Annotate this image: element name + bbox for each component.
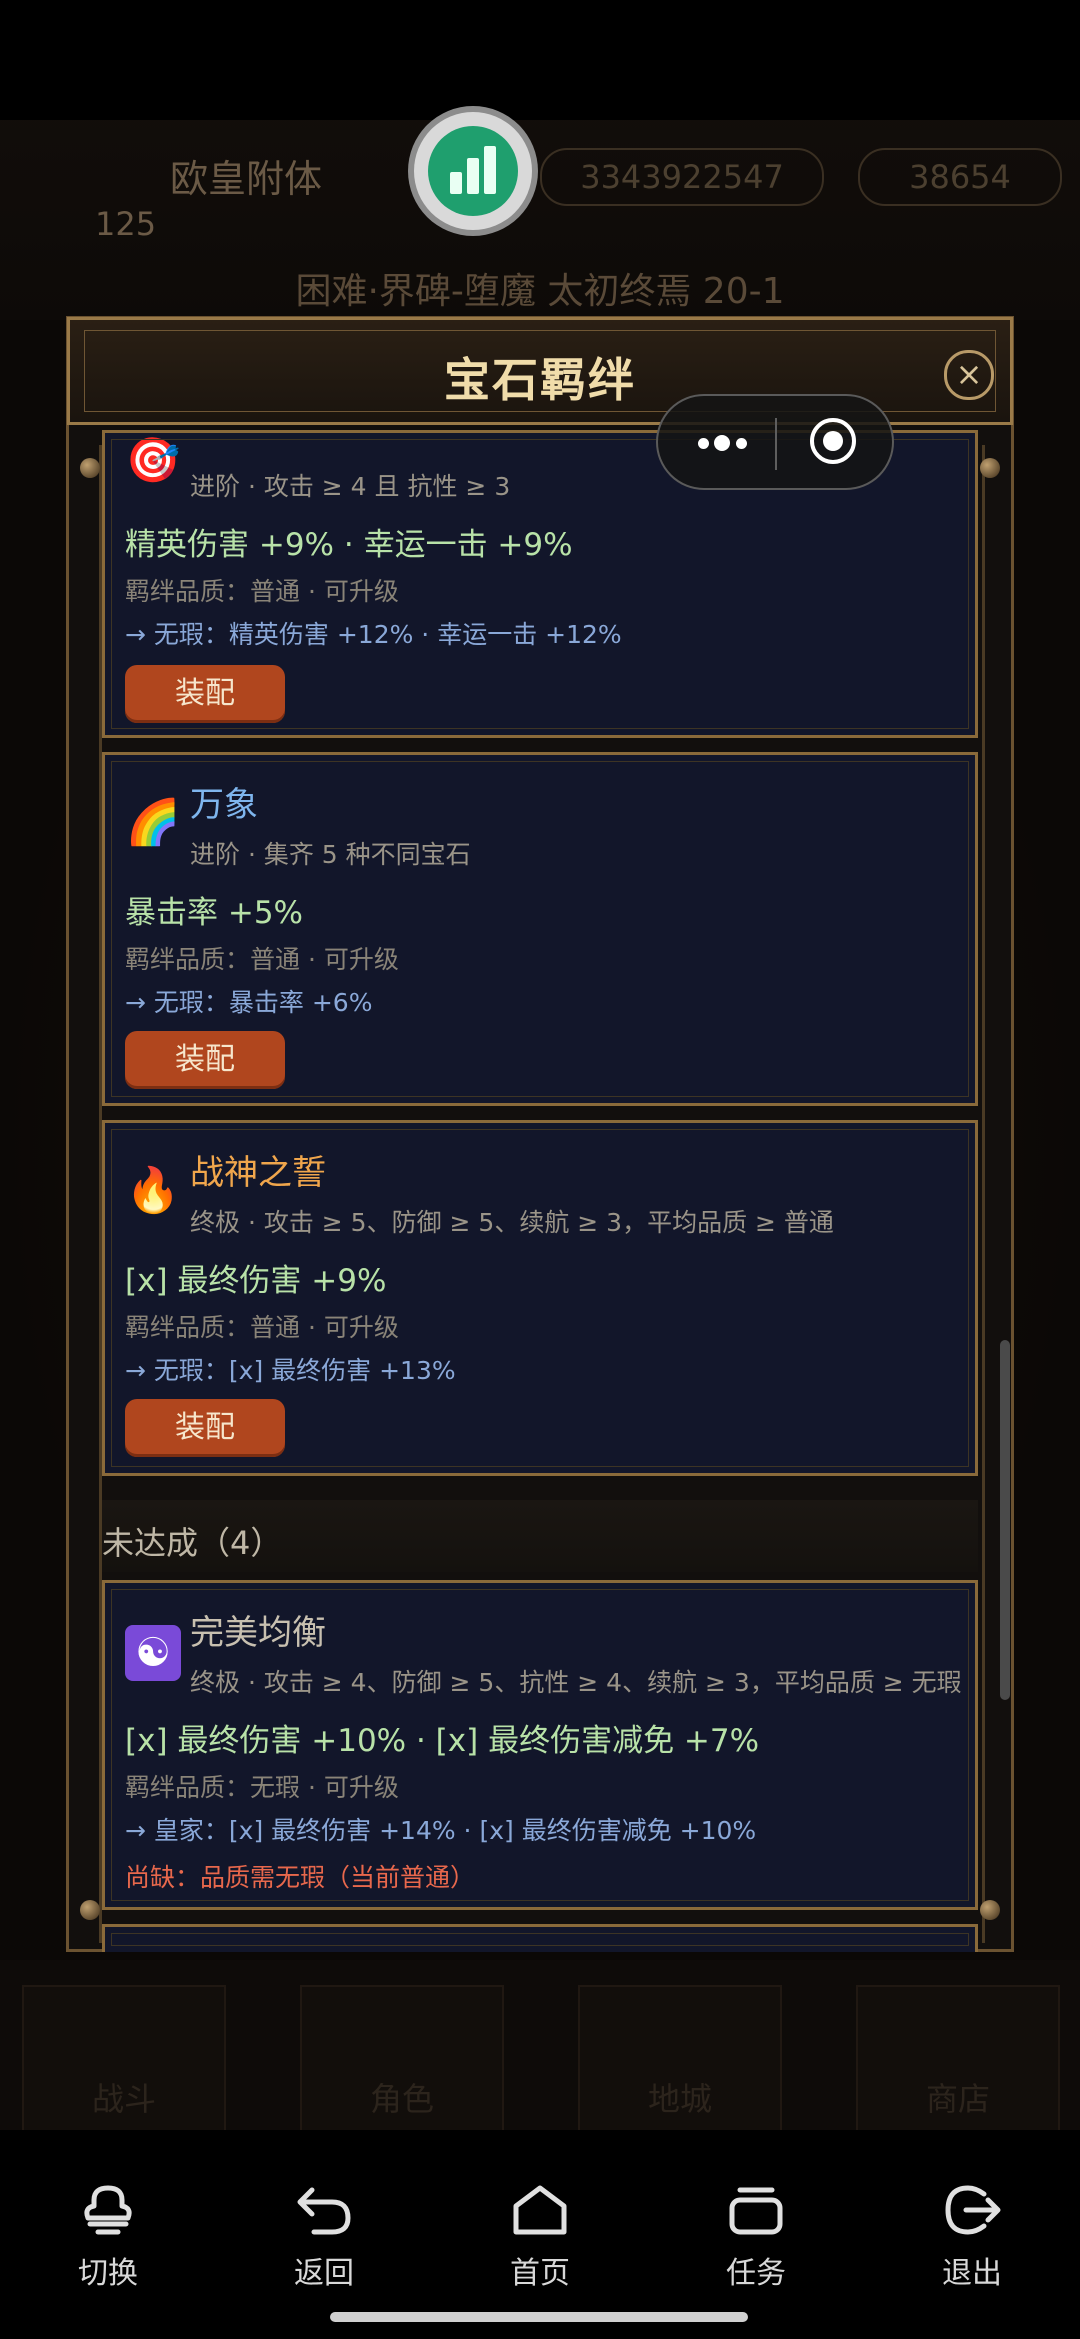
bond-name: 战神之誓 xyxy=(190,1153,326,1193)
tasks-label: 任务 xyxy=(726,2256,786,2291)
bond-quality: 羁绊品质：普通 · 可升级 xyxy=(125,1313,399,1342)
close-miniprogram-icon[interactable] xyxy=(810,418,856,464)
section-label-unmet: 未达成（4） xyxy=(102,1524,283,1562)
bond-effect: 暴击率 +5% xyxy=(125,895,304,931)
bond-card: 🌈 万象 进阶 · 集齐 5 种不同宝石 暴击率 +5% 羁绊品质：普通 · 可… xyxy=(102,752,978,1106)
tasks-icon xyxy=(729,2187,783,2235)
rivet-decoration xyxy=(980,458,1000,478)
equip-button[interactable]: 装配 xyxy=(125,665,285,723)
home-indicator[interactable] xyxy=(330,2312,748,2322)
bond-upgrade: → 皇家：[x] 最终伤害 +14% · [x] 最终伤害减免 +10% xyxy=(125,1816,757,1845)
home-button[interactable]: 首页 xyxy=(470,2180,610,2292)
back-label: 返回 xyxy=(294,2256,354,2291)
rivet-decoration xyxy=(80,1900,100,1920)
game-nav-battle: 战斗 xyxy=(22,1985,226,2134)
equip-button[interactable]: 装配 xyxy=(125,1399,285,1457)
bond-upgrade: → 无瑕：精英伤害 +12% · 幸运一击 +12% xyxy=(125,620,622,649)
fire-icon: 🔥 xyxy=(125,1165,181,1216)
bond-requirement: 进阶 · 攻击 ≥ 4 且 抗性 ≥ 3 xyxy=(190,472,511,501)
bond-requirement: 终极 · 攻击 ≥ 4、防御 ≥ 5、抗性 ≥ 4、续航 ≥ 3，平均品质 ≥ … xyxy=(190,1668,962,1697)
equip-button[interactable]: 装配 xyxy=(125,1031,285,1089)
bond-requirement: 进阶 · 集齐 5 种不同宝石 xyxy=(190,840,471,869)
stats-bars-icon xyxy=(428,126,518,216)
exit-label: 退出 xyxy=(942,2256,1002,2291)
home-icon xyxy=(513,2185,567,2235)
switch-label: 切换 xyxy=(78,2256,138,2291)
bond-card: 🔥 战神之誓 终极 · 攻击 ≥ 5、防御 ≥ 5、续航 ≥ 3，平均品质 ≥ … xyxy=(102,1120,978,1476)
exit-button[interactable]: 退出 xyxy=(902,2180,1042,2292)
rivet-decoration xyxy=(80,458,100,478)
bond-name: 完美均衡 xyxy=(190,1613,326,1653)
rivet-decoration xyxy=(980,1900,1000,1920)
bond-quality: 羁绊品质：普通 · 可升级 xyxy=(125,577,399,606)
stage-label: 困难·界碑-堕魔 太初终焉 20-1 xyxy=(295,271,785,312)
bond-card-locked: ☯ 完美均衡 终极 · 攻击 ≥ 4、防御 ≥ 5、抗性 ≥ 4、续航 ≥ 3，… xyxy=(102,1580,978,1910)
player-level: 125 xyxy=(95,205,157,243)
switch-icon xyxy=(84,2185,132,2235)
yin-yang-icon: ☯ xyxy=(125,1625,181,1681)
status-area xyxy=(0,0,1080,120)
exit-icon xyxy=(945,2185,1001,2235)
bond-card-partial xyxy=(102,1924,978,1952)
bond-effect: 精英伤害 +9% · 幸运一击 +9% xyxy=(125,527,573,563)
rainbow-icon: 🌈 xyxy=(125,797,181,848)
bond-quality: 羁绊品质：普通 · 可升级 xyxy=(125,945,399,974)
bond-upgrade: → 无瑕：暴击率 +6% xyxy=(125,988,373,1017)
target-icon: 🎯 xyxy=(125,435,181,486)
bond-name: 万象 xyxy=(190,785,258,825)
close-button[interactable]: × xyxy=(944,350,994,400)
bond-upgrade: → 无瑕：[x] 最终伤害 +13% xyxy=(125,1356,456,1385)
home-label: 首页 xyxy=(510,2256,570,2291)
bond-effect: [x] 最终伤害 +10% · [x] 最终伤害减免 +7% xyxy=(125,1723,760,1759)
switch-button[interactable]: 切换 xyxy=(38,2180,178,2292)
miniprogram-capsule xyxy=(656,394,894,490)
game-nav-character: 角色 xyxy=(300,1985,504,2134)
bond-effect: [x] 最终伤害 +9% xyxy=(125,1263,387,1299)
floating-stats-button[interactable] xyxy=(414,112,532,230)
bond-quality: 羁绊品质：无瑕 · 可升级 xyxy=(125,1773,399,1802)
bond-missing-requirement: 尚缺：品质需无瑕（当前普通） xyxy=(125,1863,476,1892)
bond-requirement: 终极 · 攻击 ≥ 5、防御 ≥ 5、续航 ≥ 3，平均品质 ≥ 普通 xyxy=(190,1208,834,1237)
player-name: 欧皇附体 xyxy=(170,157,323,201)
currency-gems: 38654 xyxy=(858,148,1062,206)
tasks-button[interactable]: 任务 xyxy=(686,2180,826,2292)
back-button[interactable]: 返回 xyxy=(254,2180,394,2292)
game-nav-dungeon: 地城 xyxy=(578,1985,782,2134)
currency-gold: 3343922547 xyxy=(540,148,824,206)
back-arrow-icon xyxy=(297,2187,351,2235)
scrollbar[interactable] xyxy=(1000,1340,1010,1700)
more-icon[interactable] xyxy=(688,424,778,464)
game-nav-shop: 商店 xyxy=(856,1985,1060,2134)
